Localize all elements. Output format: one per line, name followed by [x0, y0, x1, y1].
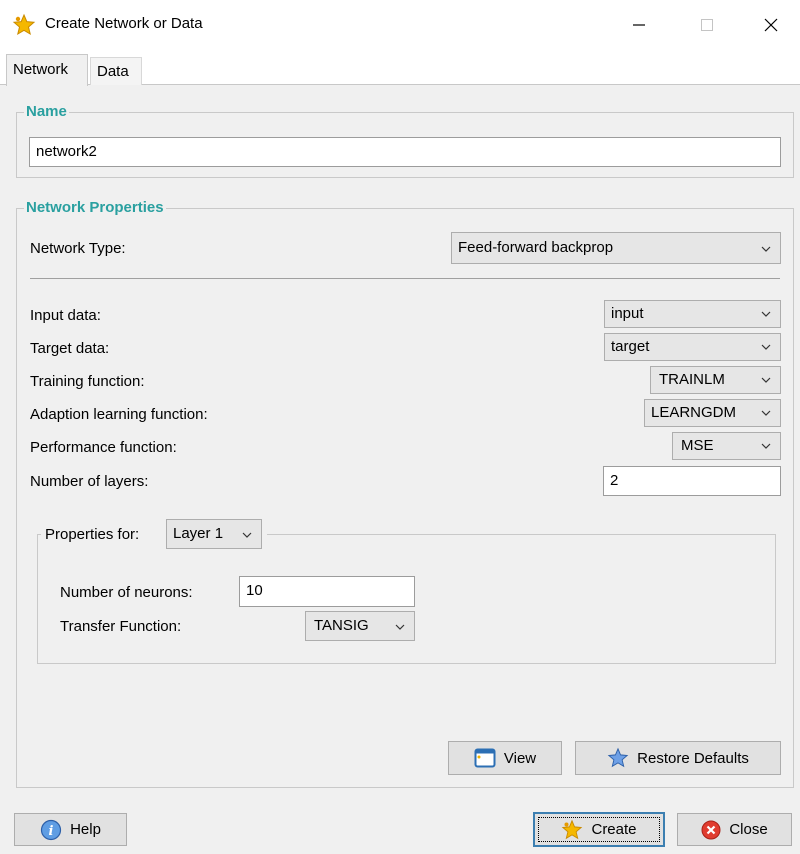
network-properties-legend: Network Properties	[24, 199, 166, 216]
input-data-value: input	[611, 305, 644, 322]
target-data-label: Target data:	[30, 340, 110, 357]
close-button[interactable]: Close	[677, 813, 792, 846]
focus-indicator	[538, 817, 660, 842]
network-type-label: Network Type:	[30, 240, 126, 257]
adaption-function-label: Adaption learning function:	[30, 406, 208, 423]
target-data-value: target	[611, 338, 650, 355]
transfer-function-select[interactable]: TANSIG	[305, 611, 415, 641]
transfer-function-label: Transfer Function:	[60, 618, 182, 635]
adaption-function-value: LEARNGDM	[651, 404, 737, 421]
num-layers-field[interactable]: 2	[603, 466, 781, 496]
close-label: Close	[729, 821, 768, 838]
help-button[interactable]: i Help	[14, 813, 127, 846]
help-label: Help	[70, 821, 101, 838]
layer-select[interactable]: Layer 1	[166, 519, 262, 549]
title-bar: Create Network or Data	[0, 0, 800, 50]
num-neurons-field[interactable]: 10	[239, 576, 415, 607]
network-type-value: Feed-forward backprop	[458, 239, 614, 256]
network-properties-group	[16, 208, 794, 788]
num-layers-label: Number of layers:	[30, 473, 149, 490]
help-icon: i	[40, 819, 62, 841]
num-neurons-label: Number of neurons:	[60, 584, 193, 601]
chevron-down-icon	[760, 307, 772, 324]
chevron-down-icon	[760, 242, 772, 259]
view-label: View	[503, 749, 537, 767]
star-icon	[12, 13, 36, 37]
close-window-button[interactable]	[748, 8, 794, 42]
create-button[interactable]: Create	[533, 812, 665, 847]
close-icon	[701, 820, 721, 840]
transfer-function-value: TANSIG	[314, 617, 369, 634]
properties-for-label: Properties for:	[45, 526, 140, 543]
layer-value: Layer 1	[173, 525, 224, 542]
chevron-down-icon	[241, 528, 253, 545]
window-title: Create Network or Data	[45, 15, 203, 32]
training-function-label: Training function:	[30, 373, 145, 390]
maximize-button[interactable]	[684, 8, 730, 42]
chevron-down-icon	[760, 340, 772, 357]
training-function-select[interactable]: TRAINLM	[650, 366, 781, 394]
target-data-select[interactable]: target	[604, 333, 781, 361]
tab-network[interactable]: Network	[6, 54, 88, 86]
tab-strip: Network Data	[0, 50, 800, 86]
chevron-down-icon	[760, 439, 772, 456]
restore-defaults-button[interactable]: Restore Defaults	[575, 741, 781, 775]
input-data-label: Input data:	[30, 307, 101, 324]
svg-text:i: i	[49, 824, 54, 839]
performance-function-select[interactable]: MSE	[672, 432, 781, 460]
view-button[interactable]: View	[448, 741, 562, 775]
performance-function-label: Performance function:	[30, 439, 177, 456]
minimize-button[interactable]	[616, 8, 662, 42]
restore-defaults-label: Restore Defaults	[637, 749, 749, 767]
chevron-down-icon	[760, 406, 772, 423]
training-function-value: TRAINLM	[659, 371, 725, 388]
window-icon	[474, 748, 496, 768]
chevron-down-icon	[394, 620, 406, 637]
separator	[30, 278, 780, 279]
star-icon	[607, 747, 629, 769]
tab-data[interactable]: Data	[90, 57, 142, 85]
input-data-select[interactable]: input	[604, 300, 781, 328]
name-group-legend: Name	[24, 103, 69, 120]
performance-function-value: MSE	[681, 437, 714, 454]
network-type-select[interactable]: Feed-forward backprop	[451, 232, 781, 264]
name-field[interactable]: network2	[29, 137, 781, 167]
adaption-function-select[interactable]: LEARNGDM	[644, 399, 781, 427]
chevron-down-icon	[760, 373, 772, 390]
